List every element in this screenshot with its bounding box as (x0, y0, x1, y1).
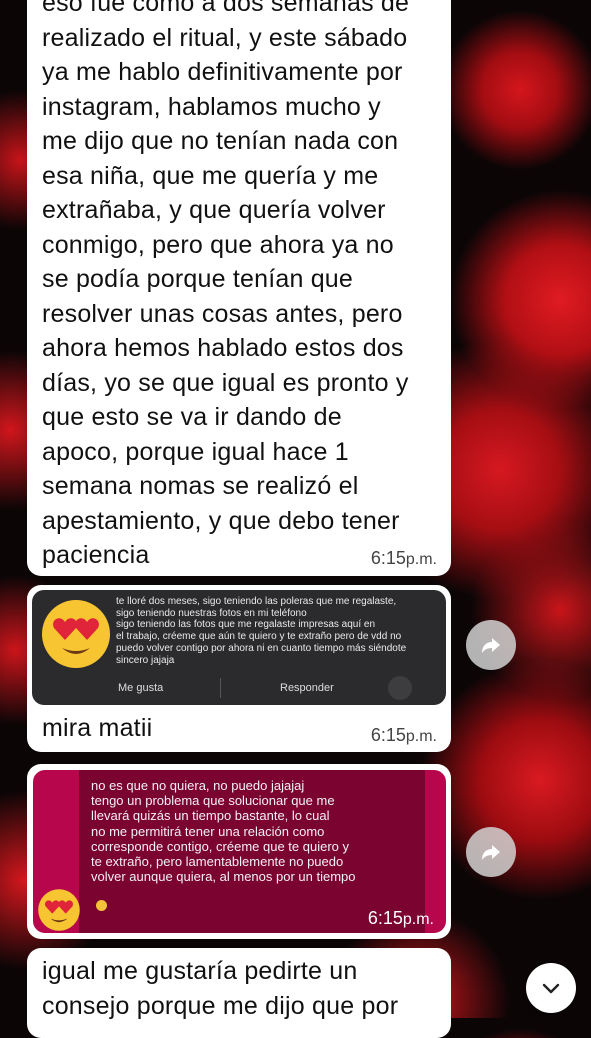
text-line: realizado el ritual, y este sábado (42, 23, 408, 52)
text-line: te lloré dos meses, sigo teniendo las po… (116, 596, 397, 607)
text-line: el trabajo, créeme que aún te quiero y t… (116, 631, 402, 643)
text-line: apoco, porque igual hace 1 (42, 437, 349, 466)
message-text: igual me gustaría pedirte un consejo por… (42, 954, 442, 1023)
time-suffix: p.m. (402, 911, 434, 928)
message-text: eso fue como a dos semanas de realizado … (42, 0, 442, 573)
message-bubble-4[interactable]: igual me gustaría pedirte un consejo por… (27, 948, 451, 1038)
forward-arrow-icon (482, 638, 500, 653)
text-line: semana nomas se realizó el (42, 472, 359, 500)
text-line: volver aunque quiera, al menos por un ti… (91, 869, 356, 885)
bell-icon (388, 676, 412, 700)
time-value: 6:15 (370, 548, 406, 568)
text-line: corresponde contigo, créeme que te quier… (91, 838, 349, 854)
text-line: días, yo se que igual es pronto y (42, 368, 409, 397)
shared-screenshot-image[interactable]: no es que no quiera, no puedo jajajaj te… (31, 768, 448, 935)
text-line: no es que no quiera, no puedo jajajaj (91, 778, 305, 793)
text-line: puedo volver contigo por ahora ni en cua… (116, 642, 407, 654)
text-line: te extraño, pero lamentablemente no pued… (91, 854, 344, 870)
heart-eyes-emoji (38, 889, 80, 931)
text-line: sincero jajaja (116, 654, 175, 666)
shared-screenshot-image[interactable]: te lloré dos meses, sigo teniendo las po… (32, 590, 446, 705)
time-suffix: p.m. (405, 551, 437, 568)
screenshot-text: te lloré dos meses, sigo teniendo las po… (116, 596, 416, 666)
message-time: 6:15p.m. (371, 548, 437, 569)
time-value: 6:15 (367, 908, 403, 928)
text-line: me dijo que no tenían nada con (42, 127, 399, 155)
text-line: igual me gustaría pedirte un (42, 957, 358, 985)
text-line: esa niña, que me quería y me (42, 161, 379, 190)
text-line: instagram, hablamos mucho y (42, 92, 381, 121)
reply-label: Responder (280, 682, 334, 694)
divider (220, 678, 221, 698)
text-line: no me permitirá tener una relación como (91, 823, 325, 839)
message-time: 6:15p.m. (368, 908, 434, 929)
chevron-down-icon (542, 983, 560, 994)
message-bubble-2[interactable]: te lloré dos meses, sigo teniendo las po… (27, 585, 451, 752)
time-value: 6:15 (370, 725, 406, 745)
text-line: se podía porque tenían que (42, 265, 354, 293)
forward-arrow-icon (482, 845, 500, 860)
scroll-down-button[interactable] (526, 963, 576, 1013)
forward-button[interactable] (466, 827, 516, 877)
screenshot-text: no es que no quiera, no puedo jajajaj te… (91, 778, 421, 884)
text-line: sigo teniendo nuestras fotos en mi teléf… (116, 607, 307, 619)
text-line: llevará quizás un tiempo bastante, lo cu… (91, 808, 330, 824)
text-line: sigo teniendo las fotos que me regalaste… (116, 619, 376, 631)
text-line: resolver unas cosas antes, pero (42, 299, 403, 328)
text-line: ya me hablo definitivamente por (42, 58, 403, 86)
screenshot-actions: Me gusta Responder (32, 676, 446, 700)
like-label: Me gusta (118, 682, 164, 694)
text-line: eso fue como a dos semanas de (42, 0, 410, 17)
message-bubble-1[interactable]: eso fue como a dos semanas de realizado … (27, 0, 451, 576)
text-line: ahora hemos hablado estos dos (42, 334, 404, 362)
smile-emoji (96, 900, 107, 911)
message-time: 6:15p.m. (371, 725, 437, 746)
heart-eyes-emoji (42, 600, 110, 668)
time-suffix: p.m. (405, 728, 437, 745)
text-line: extrañaba, y que quería volver (42, 196, 386, 224)
text-line: apestamiento, y que debo tener (42, 506, 400, 535)
text-line: conmigo, pero que ahora ya no (42, 230, 394, 259)
message-bubble-3[interactable]: no es que no quiera, no puedo jajajaj te… (27, 764, 451, 939)
forward-button[interactable] (466, 620, 516, 670)
text-line: tengo un problema que solucionar que me (91, 793, 335, 809)
text-line: que esto se va ir dando de (42, 403, 342, 431)
